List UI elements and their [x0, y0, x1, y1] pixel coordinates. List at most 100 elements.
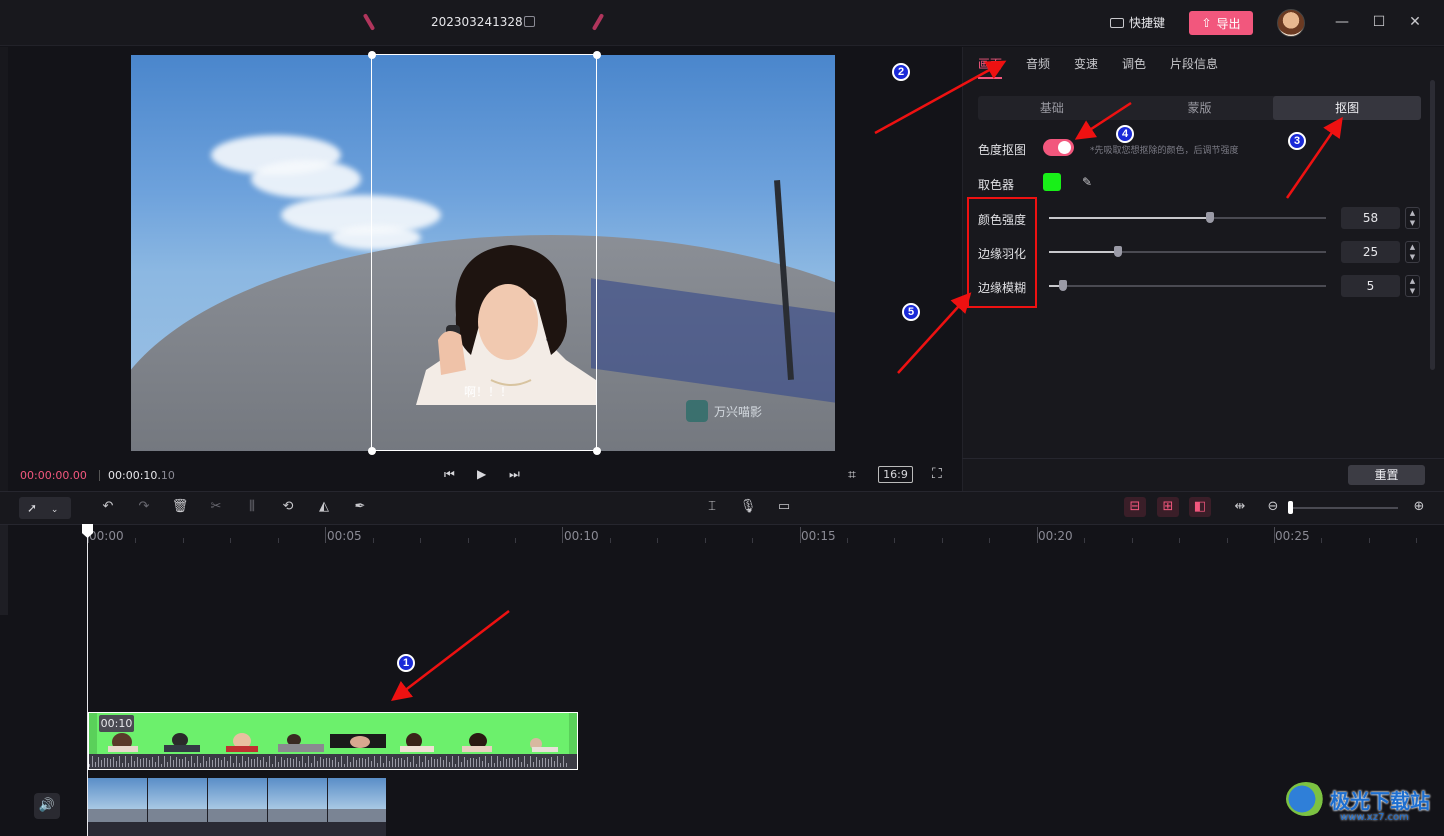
picked-color-swatch[interactable]: [1043, 173, 1061, 191]
next-frame-icon[interactable]: ⏭: [509, 467, 520, 482]
panel-scrollbar[interactable]: [1430, 80, 1435, 370]
edge-blur-track[interactable]: [1049, 285, 1326, 287]
edge-feather-value[interactable]: 25: [1341, 241, 1400, 263]
fullscreen-icon[interactable]: ⛶: [932, 466, 942, 482]
zoom-out-icon[interactable]: ⊖: [1264, 499, 1282, 514]
export-button[interactable]: ⇧ 导出: [1189, 11, 1253, 35]
tab-speed[interactable]: 变速: [1074, 55, 1098, 72]
resize-handle-bl[interactable]: [368, 447, 376, 455]
waveform-bar: [395, 759, 396, 767]
subtab-keying[interactable]: 抠图: [1273, 96, 1422, 120]
split-icon[interactable]: ⫼: [243, 499, 261, 514]
select-tool-dropdown[interactable]: ➚ ⌄: [19, 497, 71, 519]
waveform-bar: [314, 756, 315, 767]
undo-icon[interactable]: ↶: [99, 499, 117, 514]
rotate-icon[interactable]: ⟲: [279, 499, 297, 514]
aspect-ratio-button[interactable]: 16:9: [878, 466, 913, 483]
edge-blur-stepper[interactable]: ▲ ▼: [1405, 275, 1420, 297]
previous-frame-icon[interactable]: ⏮: [444, 467, 455, 482]
waveform-bar: [152, 756, 153, 767]
waveform-bar: [392, 756, 393, 767]
resize-handle-br[interactable]: [593, 447, 601, 455]
tab-picture[interactable]: 画面: [978, 55, 1002, 72]
tab-clip-info[interactable]: 片段信息: [1170, 55, 1218, 72]
waveform-bar: [458, 756, 459, 767]
eyedropper-icon[interactable]: ✎: [1082, 175, 1092, 189]
ruler-minor-tick: [373, 538, 374, 543]
play-icon[interactable]: ▶: [477, 467, 486, 481]
tab-audio[interactable]: 音频: [1026, 55, 1050, 72]
link-icon[interactable]: ⊞: [1159, 499, 1177, 514]
waveform-bar: [347, 756, 348, 767]
waveform-bar: [416, 763, 417, 767]
waveform-bar: [329, 757, 330, 767]
ruler-minor-tick: [1084, 538, 1085, 543]
camera-icon[interactable]: ▭: [775, 499, 793, 514]
transform-box[interactable]: [371, 54, 597, 451]
time-ruler[interactable]: [88, 525, 1444, 547]
color-picker-label: 取色器: [978, 178, 1015, 192]
zoom-in-icon[interactable]: ⊕: [1410, 499, 1428, 514]
text-recognition-icon[interactable]: ⌶: [703, 499, 721, 514]
zoom-slider[interactable]: [1290, 507, 1398, 509]
shortcut-button[interactable]: 快捷键: [1110, 14, 1165, 31]
waveform-bar: [482, 761, 483, 767]
tick-label: 00:05: [327, 529, 362, 543]
chroma-key-hint: *先吸取您想抠除的颜色，后调节强度: [1090, 146, 1239, 156]
timeline-left-strip: [0, 525, 8, 615]
waveform-bar: [125, 756, 126, 767]
pin-icon[interactable]: ✒: [351, 499, 369, 514]
snap-icon[interactable]: ⊟: [1126, 499, 1144, 514]
edge-blur-value[interactable]: 5: [1341, 275, 1400, 297]
waveform-bar: [302, 756, 303, 767]
site-watermark: 极光下载站: [1286, 782, 1430, 816]
edge-feather-stepper[interactable]: ▲ ▼: [1405, 241, 1420, 263]
waveform-bar: [521, 762, 522, 767]
resize-handle-tr[interactable]: [593, 51, 601, 59]
edge-feather-thumb[interactable]: [1114, 246, 1123, 257]
subtab-mask[interactable]: 蒙版: [1126, 96, 1274, 120]
clip-audio-waveform: [89, 754, 577, 769]
close-button[interactable]: ✕: [1405, 12, 1425, 32]
waveform-bar: [323, 759, 324, 767]
ruler-minor-tick: [1369, 538, 1370, 543]
project-title[interactable]: 202303241328: [431, 15, 523, 29]
waveform-bar: [305, 763, 306, 767]
magnet-icon[interactable]: ◧: [1191, 499, 1209, 514]
tick-label: 00:20: [1038, 529, 1073, 543]
tab-color[interactable]: 调色: [1122, 55, 1146, 72]
crop-icon[interactable]: ⌗: [848, 467, 856, 483]
microphone-icon[interactable]: 🎙: [739, 499, 757, 514]
minimize-button[interactable]: —: [1332, 12, 1352, 32]
zoom-thumb[interactable]: [1288, 501, 1293, 514]
fit-icon[interactable]: ⇹: [1231, 499, 1249, 514]
waveform-bar: [344, 763, 345, 767]
waveform-bar: [554, 760, 555, 767]
maximize-button[interactable]: ☐: [1369, 12, 1389, 32]
edge-feather-track[interactable]: [1049, 251, 1326, 253]
redo-icon[interactable]: ↷: [135, 499, 153, 514]
waveform-bar: [191, 756, 192, 767]
delete-icon[interactable]: 🗑: [171, 499, 189, 514]
edit-icon[interactable]: [524, 16, 535, 27]
resize-handle-tl[interactable]: [368, 51, 376, 59]
annotation-highlight-box: [967, 197, 1037, 308]
waveform-bar: [539, 759, 540, 767]
color-strength-value[interactable]: 58: [1341, 207, 1400, 229]
panel-divider: [962, 458, 1444, 459]
color-strength-stepper[interactable]: ▲ ▼: [1405, 207, 1420, 229]
color-strength-thumb[interactable]: [1205, 212, 1214, 223]
main-video-track-clip[interactable]: [88, 778, 386, 836]
mirror-icon[interactable]: ◭: [315, 499, 333, 514]
track-volume-icon[interactable]: 🔊: [34, 793, 60, 819]
edge-blur-thumb[interactable]: [1058, 280, 1067, 291]
clip-thumbnail: [518, 732, 564, 752]
subtab-basic[interactable]: 基础: [978, 96, 1126, 120]
waveform-bar: [563, 756, 564, 767]
avatar[interactable]: [1277, 9, 1305, 37]
color-strength-track[interactable]: [1049, 217, 1326, 219]
waveform-bar: [419, 756, 420, 767]
waveform-bar: [215, 757, 216, 767]
cut-icon[interactable]: ✂: [207, 499, 225, 514]
reset-button[interactable]: 重置: [1348, 465, 1425, 485]
